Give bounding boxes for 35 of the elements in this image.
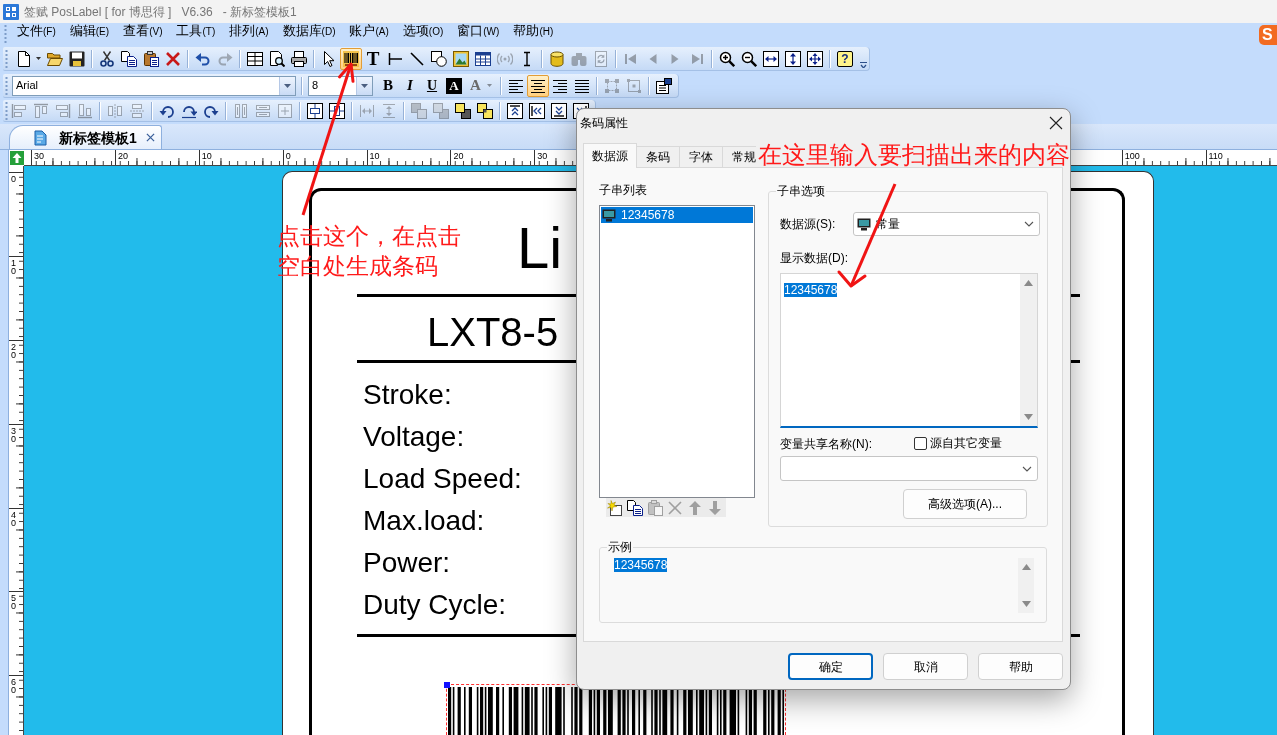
ruler-number: 40 — [11, 510, 17, 527]
label-field: Max.load: — [363, 500, 485, 542]
field-label: 数据源(S): — [780, 218, 836, 230]
field-label: 显示数据(D): — [780, 250, 848, 266]
ruler-number: 20 — [11, 342, 17, 359]
ruler-number: 60 — [11, 678, 17, 695]
ruler-number: 0 — [11, 175, 17, 183]
ruler-number: 20 — [453, 151, 464, 161]
annotation-text: 在这里输入要扫描出来的内容 — [758, 141, 1070, 170]
ruler-number: 0 — [285, 151, 291, 161]
group-label: 示例 — [607, 539, 633, 555]
field-label: 子串列表 — [599, 182, 647, 198]
field-label: 变量共享名称(N): — [780, 437, 872, 451]
ruler-number: 50 — [11, 594, 17, 611]
label-model: LXT8-5 — [427, 312, 559, 352]
ruler-number: 30 — [11, 426, 17, 443]
group-label: 子串选项 — [776, 183, 826, 199]
ruler-number: 10 — [369, 151, 380, 161]
label-field: Stroke: — [363, 374, 452, 416]
ruler-number: 20 — [117, 151, 128, 161]
ruler-number: 30 — [537, 151, 548, 161]
label-title: Li — [517, 219, 563, 277]
ruler-number: 10 — [201, 151, 212, 161]
label-field: Power: — [363, 542, 451, 584]
ruler-number: 10 — [11, 258, 17, 275]
ruler-number: 110 — [1208, 151, 1223, 161]
ruler-number: 100 — [1124, 151, 1140, 161]
field-value: 12345678 — [784, 283, 838, 297]
dialog-title: 条码属性 — [580, 117, 628, 129]
label-field: Voltage: — [363, 416, 465, 458]
window-title: 签赋 PosLabel [ for 博思得 ] V6.36 - 新标签模板1 — [24, 5, 297, 18]
field-value: 12345678 — [614, 558, 668, 572]
ruler-number: 30 — [34, 151, 44, 161]
label-field: Load Speed: — [363, 458, 522, 500]
label-field: Duty Cycle: — [363, 584, 507, 626]
